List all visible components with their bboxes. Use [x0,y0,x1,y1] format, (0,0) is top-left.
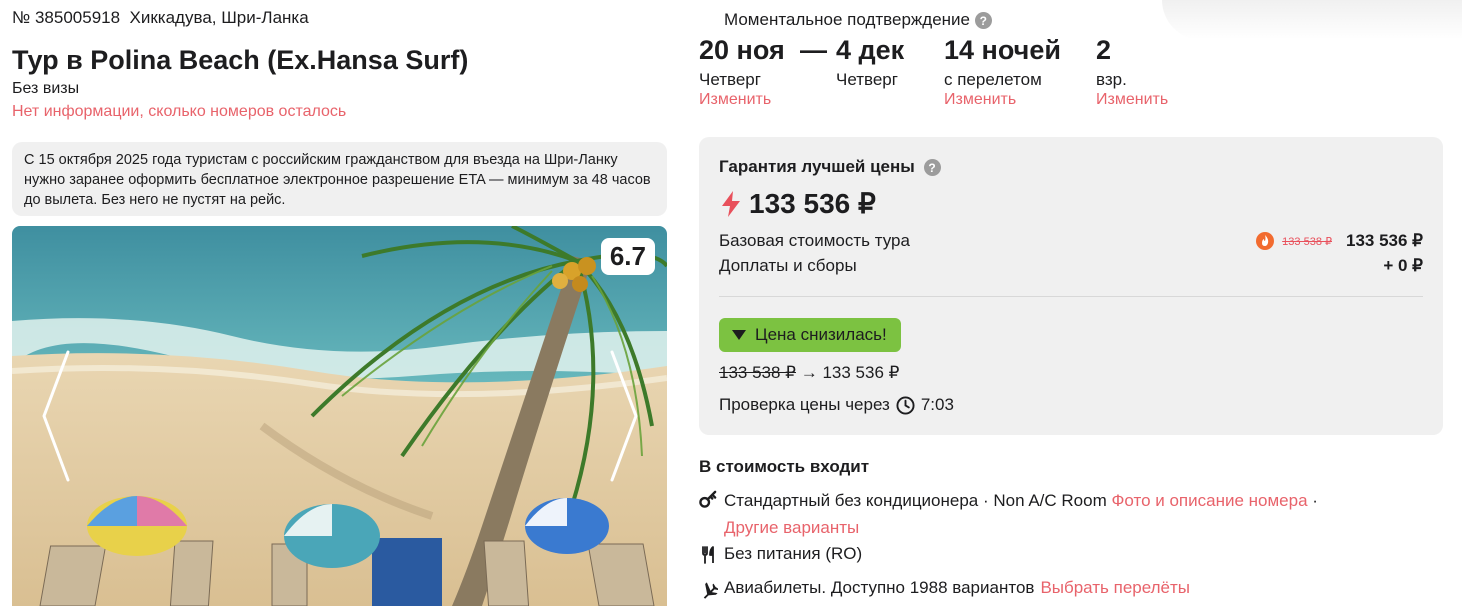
instant-confirmation: Моментальное подтверждение ? [724,10,992,30]
price-old: 133 538 ₽ [719,363,796,382]
instant-confirmation-label: Моментальное подтверждение [724,10,971,29]
page-title: Тур в Polina Beach (Ex.Hansa Surf) [12,45,469,75]
adults-subtitle: взр. [1096,70,1127,89]
price-drop-label: Цена снизилась! [755,325,887,344]
fees-value: + 0 ₽ [1383,256,1423,275]
meal-plan: Без питания (RO) [724,544,863,563]
price-drop-badge: Цена снизилась! [719,318,901,352]
change-adults-link[interactable]: Изменить [1096,91,1168,109]
beach-photo [12,226,667,606]
included-meal: Без питания (RO) [699,544,862,564]
price-guarantee-label: Гарантия лучшей цены [719,157,915,176]
tour-location: Хиккадува, Шри-Ланка [129,8,309,27]
included-room: Стандартный без кондиционера · Non A/C R… [699,487,1318,541]
price-guarantee: Гарантия лучшей цены ? [719,157,941,177]
eta-notice: С 15 октября 2025 года туристам с россий… [12,142,667,216]
key-icon [699,487,718,508]
fees-label: Доплаты и сборы [719,256,857,275]
room-photo-link[interactable]: Фото и описание номера [1111,491,1307,510]
room-separator: · [1312,491,1318,510]
clock-icon [896,395,915,415]
date-from: 20 ноя [699,35,785,65]
rooms-availability: Нет информации, сколько номеров осталось [12,103,347,120]
date-to-block: 4 дек Четверг [836,34,904,90]
eta-notice-text: С 15 октября 2025 года туристам с россий… [24,152,651,208]
nights-count: 14 ночей [944,35,1061,65]
tour-meta: № 385005918 Хиккадува, Шри-Ланка [12,8,309,28]
date-from-block: 20 ноя Четверг Изменить [699,34,785,109]
included-flights: Авиабилеты. Доступно 1988 вариантов Выбр… [699,578,1190,599]
base-cost: 133 538 ₽ 133 536 ₽ [1256,231,1423,251]
panel-divider [719,296,1423,297]
change-dates-link[interactable]: Изменить [699,91,785,109]
triangle-down-icon [732,330,746,340]
date-to-weekday: Четверг [836,70,898,89]
gallery-next-button[interactable] [600,346,644,486]
date-dash: — [800,35,827,65]
help-icon[interactable]: ? [974,12,992,30]
top-right-shadow [1162,0,1462,40]
price-change: 133 538 ₽ → 133 536 ₽ [719,363,899,383]
help-icon[interactable]: ? [923,159,941,177]
room-description: Стандартный без кондиционера · Non A/C R… [724,491,1107,510]
price-check: Проверка цены через 7:03 [719,395,954,415]
airplane-icon [699,578,718,599]
included-title: В стоимость входит [699,457,870,476]
base-cost-value: 133 536 ₽ [1346,231,1423,250]
choose-flights-link[interactable]: Выбрать перелёты [1040,578,1190,598]
price-check-time: 7:03 [920,395,954,414]
total-price-value: 133 536 ₽ [749,188,876,219]
base-cost-old: 133 538 ₽ [1282,235,1332,248]
price-new: 133 536 ₽ [822,363,900,382]
cutlery-icon [699,544,718,564]
fire-icon [1256,232,1275,250]
price-check-label: Проверка цены через [719,395,890,414]
lightning-icon [722,190,740,217]
chevron-right-icon [610,350,638,482]
tour-number: № 385005918 [12,8,121,27]
price-arrow: → [800,363,818,382]
chevron-left-icon [42,350,70,482]
visa-info: Без визы [12,80,80,97]
hotel-photo-gallery[interactable]: 6.7 [12,226,667,606]
date-to: 4 дек [836,35,905,65]
nights-block: 14 ночей с перелетом Изменить [944,34,1061,109]
change-nights-link[interactable]: Изменить [944,91,1061,109]
room-other-options-link[interactable]: Другие варианты [724,518,859,537]
flights-description: Авиабилеты. Доступно 1988 вариантов [724,578,1035,597]
gallery-prev-button[interactable] [36,346,80,486]
base-cost-label: Базовая стоимость тура [719,231,910,250]
price-panel: Гарантия лучшей цены ? 133 536 ₽ Базовая… [699,137,1443,435]
adults-block: 2 взр. Изменить [1096,34,1168,109]
date-from-weekday: Четверг [699,70,761,89]
adults-count: 2 [1096,35,1112,65]
total-price: 133 536 ₽ [721,187,876,220]
rating-badge: 6.7 [600,238,655,275]
nights-subtitle: с перелетом [944,70,1042,89]
